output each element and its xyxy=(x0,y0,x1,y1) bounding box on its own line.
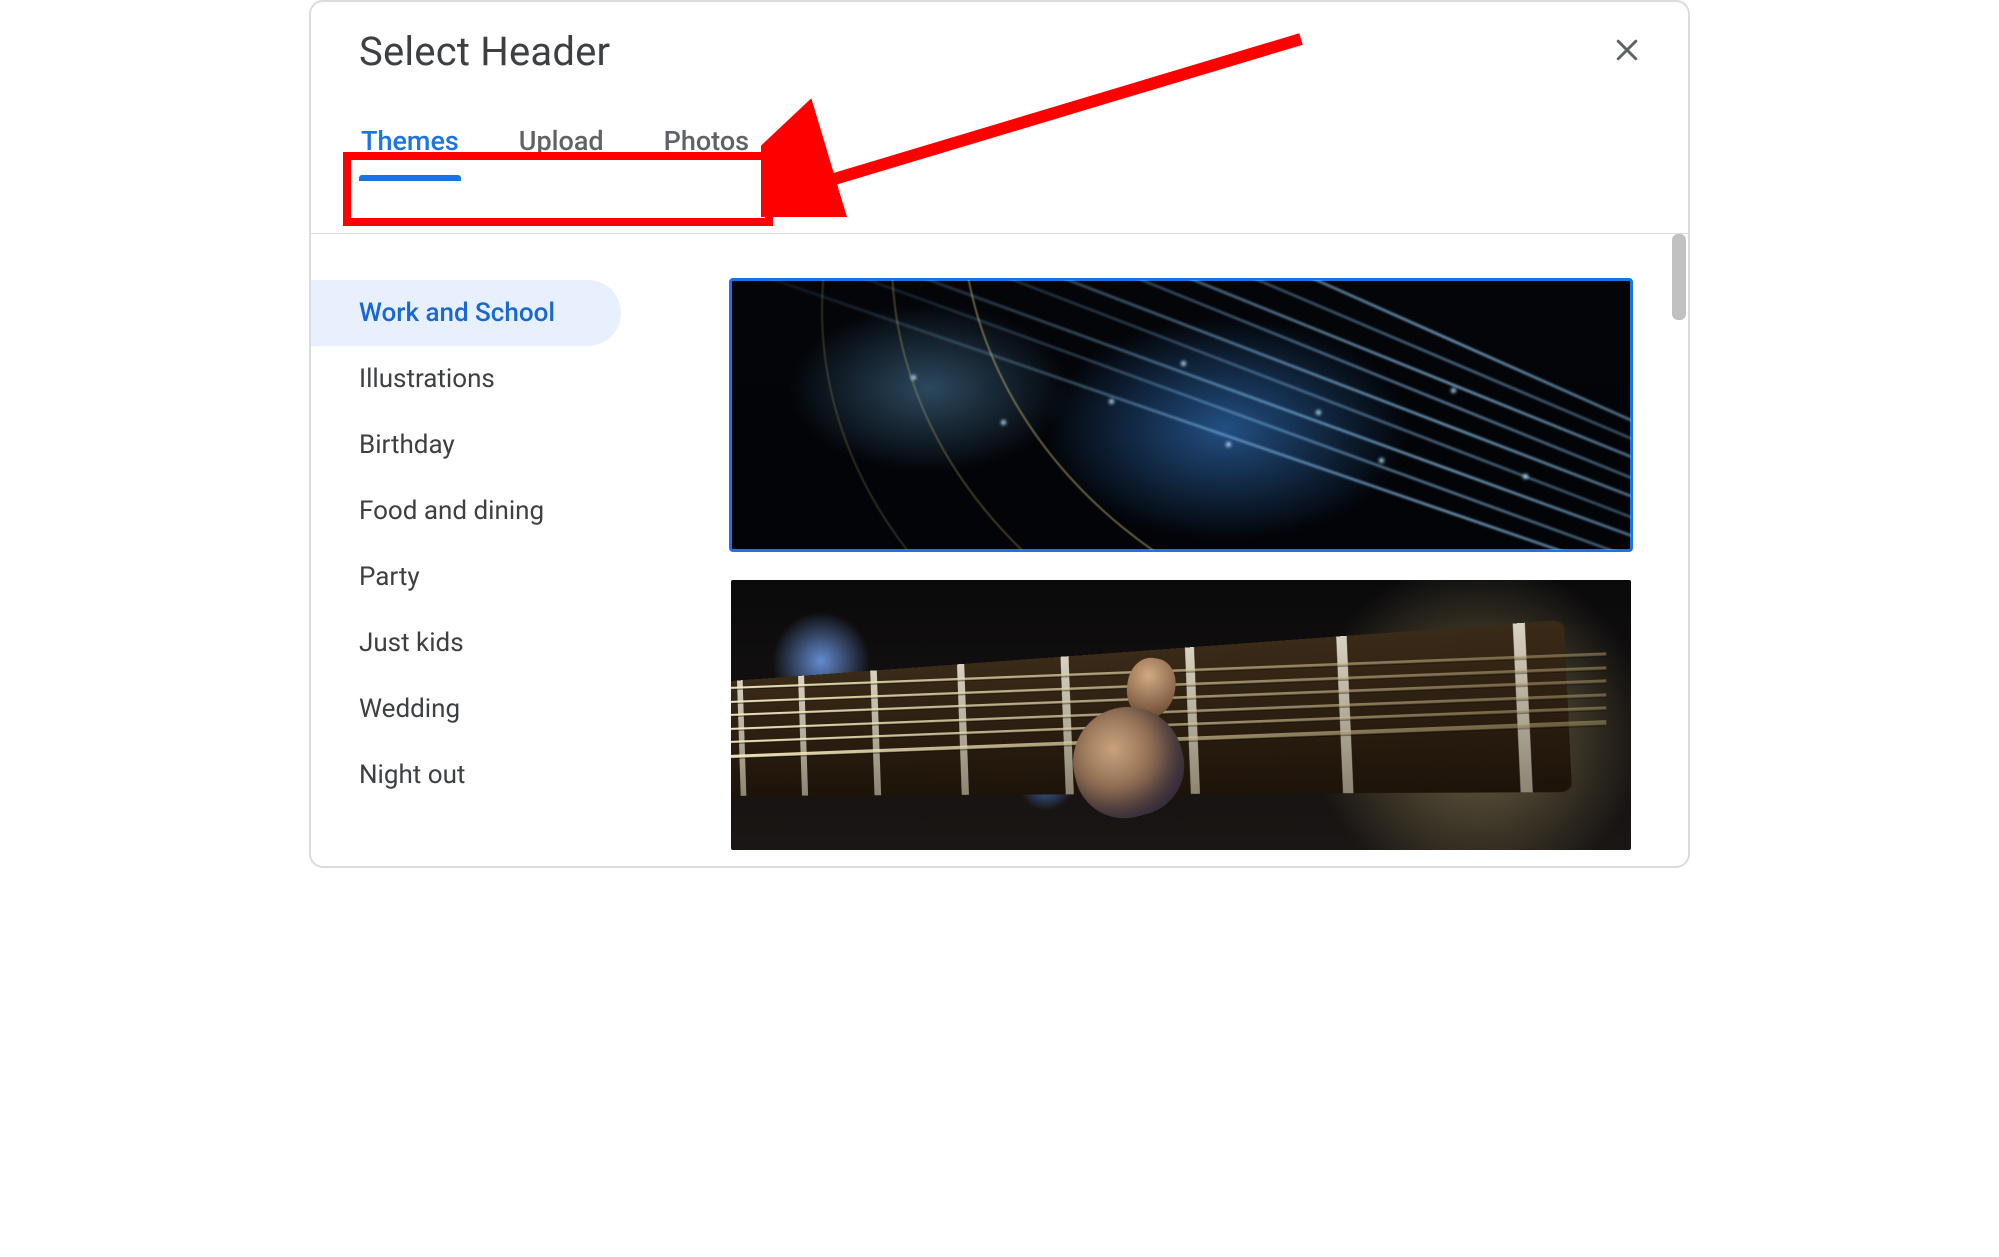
tab-bar: Themes Upload Photos xyxy=(311,121,1688,173)
close-icon xyxy=(1612,35,1642,68)
dialog-title: Select Header xyxy=(359,28,610,75)
select-header-dialog: Select Header Themes Upload Photos Work … xyxy=(309,0,1690,868)
category-night-out[interactable]: Night out xyxy=(311,742,621,808)
content-area: Work and School Illustrations Birthday F… xyxy=(311,234,1688,866)
theme-gallery xyxy=(671,234,1688,866)
category-work-and-school[interactable]: Work and School xyxy=(311,280,621,346)
tab-upload[interactable]: Upload xyxy=(517,121,606,173)
tab-themes[interactable]: Themes xyxy=(359,121,461,173)
category-just-kids[interactable]: Just kids xyxy=(311,610,621,676)
theme-thumbnail[interactable] xyxy=(731,280,1631,550)
category-wedding[interactable]: Wedding xyxy=(311,676,621,742)
dialog-header: Select Header xyxy=(311,2,1688,75)
theme-thumbnail[interactable] xyxy=(731,580,1631,850)
tab-photos[interactable]: Photos xyxy=(662,121,751,173)
category-party[interactable]: Party xyxy=(311,544,621,610)
close-button[interactable] xyxy=(1606,29,1648,74)
category-food-and-dining[interactable]: Food and dining xyxy=(311,478,621,544)
category-birthday[interactable]: Birthday xyxy=(311,412,621,478)
category-illustrations[interactable]: Illustrations xyxy=(311,346,621,412)
scrollbar[interactable] xyxy=(1672,234,1686,320)
category-sidebar: Work and School Illustrations Birthday F… xyxy=(311,234,671,866)
